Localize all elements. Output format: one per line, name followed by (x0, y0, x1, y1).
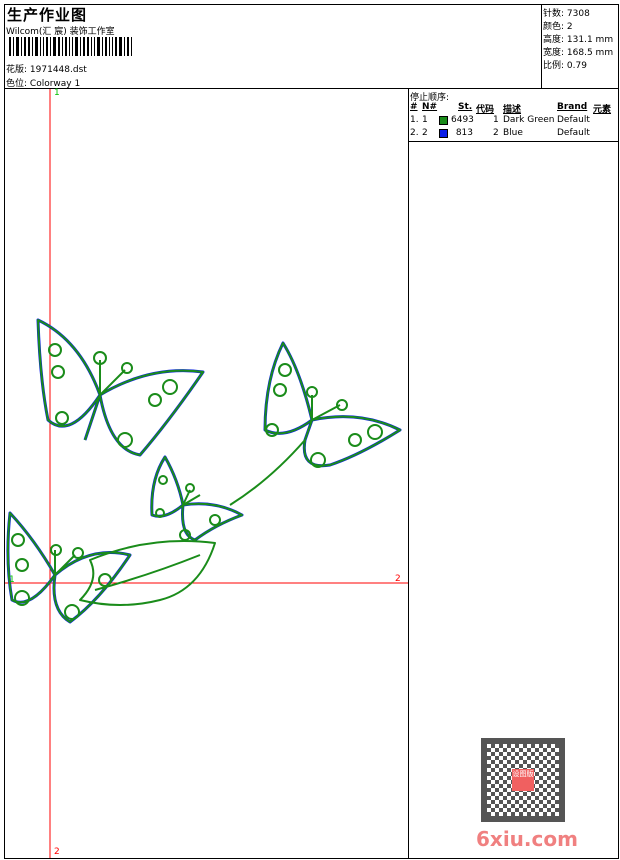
end-marker-bottom: 2 (54, 847, 60, 857)
butterfly-small (150, 455, 244, 542)
qr-code: 设图版 (481, 738, 565, 822)
seal-stamp: 设图版 (512, 769, 534, 791)
watermark: 6xiu.com (476, 827, 578, 851)
butterfly-top-left (36, 318, 205, 457)
start-marker-left: 1 (9, 575, 15, 585)
design-canvas (5, 89, 408, 858)
butterfly-right (229, 341, 402, 506)
end-marker-right: 2 (395, 574, 401, 584)
start-marker-top: 1 (54, 88, 60, 98)
